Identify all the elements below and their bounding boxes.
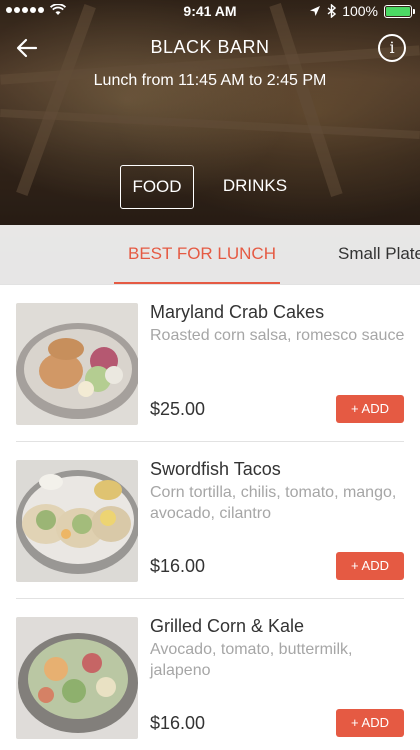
- category-bar: BEST FOR LUNCH Small Plates: [0, 225, 420, 285]
- tab-drinks[interactable]: DRINKS: [210, 165, 300, 209]
- dish-price: $16.00: [150, 713, 206, 733]
- lunch-hours: Lunch from 11:45 AM to 2:45 PM: [93, 72, 327, 89]
- bluetooth-icon: [327, 4, 337, 18]
- category-small-plates[interactable]: Small Plates: [338, 244, 420, 264]
- list-item[interactable]: Maryland Crab Cakes Roasted corn salsa, …: [0, 285, 420, 442]
- list-item[interactable]: Swordfish Tacos Corn tortilla, chilis, t…: [0, 442, 420, 599]
- dish-name: Grilled Corn & Kale: [150, 616, 305, 636]
- add-button[interactable]: + ADD: [336, 709, 404, 737]
- add-button[interactable]: + ADD: [336, 395, 404, 423]
- dish-price: $25.00: [150, 399, 206, 419]
- battery-percent: 100%: [342, 3, 378, 19]
- dish-description: Roasted corn salsa, romesco sauce: [150, 327, 405, 344]
- battery-icon: [384, 4, 415, 18]
- info-button[interactable]: i: [378, 34, 406, 62]
- dish-price: $16.00: [150, 556, 206, 576]
- dish-name: Maryland Crab Cakes: [150, 302, 325, 322]
- dish-description: Corn tortilla, chilis, tomato, mango, av…: [150, 484, 397, 522]
- status-right: 100%: [309, 3, 415, 19]
- tab-food[interactable]: FOOD: [120, 165, 194, 209]
- restaurant-title: BLACK BARN: [150, 37, 270, 57]
- status-bar: 9:41 AM 100%: [0, 0, 420, 24]
- dish-image: [16, 460, 138, 582]
- dish-image: [16, 617, 138, 739]
- list-item[interactable]: Grilled Corn & Kale Avocado, tomato, but…: [0, 599, 420, 750]
- dish-description: Avocado, tomato, buttermilk, jalapeno: [150, 641, 353, 679]
- dish-image: [16, 303, 138, 425]
- info-icon: i: [389, 38, 395, 57]
- dish-name: Swordfish Tacos: [150, 459, 281, 479]
- active-category-indicator: [114, 282, 280, 284]
- location-arrow-icon: [310, 6, 321, 16]
- add-button[interactable]: + ADD: [336, 552, 404, 580]
- category-best-for-lunch[interactable]: BEST FOR LUNCH: [128, 244, 276, 264]
